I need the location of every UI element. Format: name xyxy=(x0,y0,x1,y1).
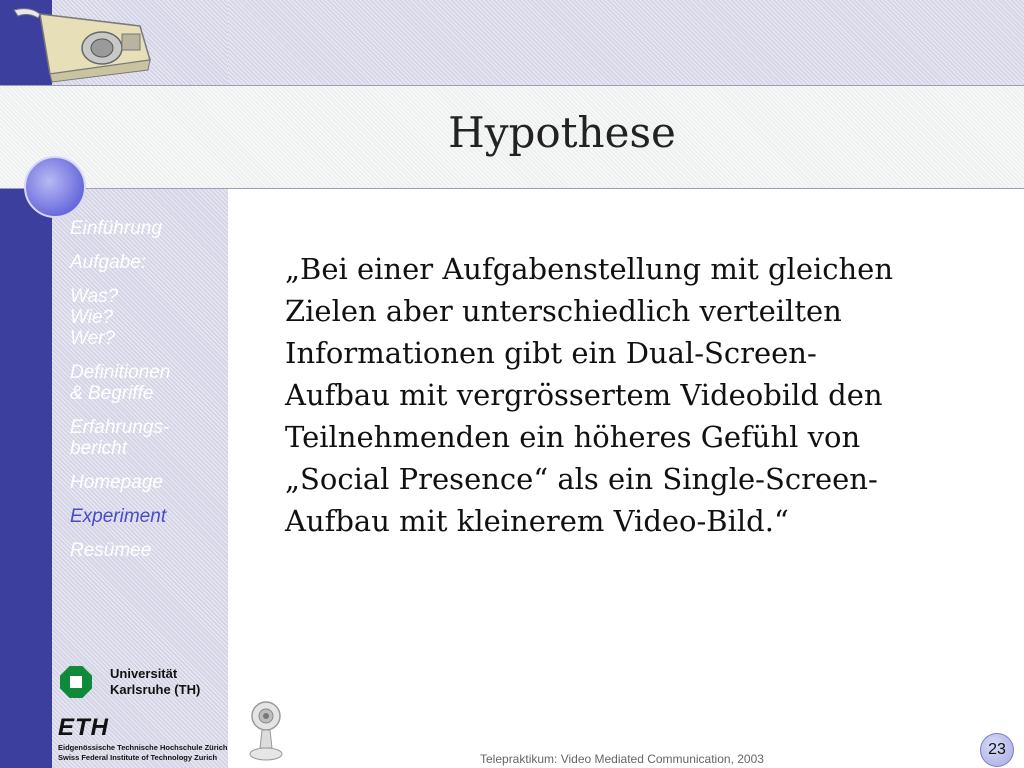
sidebar-item-einfuehrung[interactable]: Einführung xyxy=(70,218,220,239)
page-title: Hypothese xyxy=(448,108,676,157)
sidebar-item-erfahrungsbericht[interactable]: Erfahrungs- bericht xyxy=(70,417,220,459)
header-band xyxy=(228,0,1024,85)
eth-wordmark: ETH xyxy=(58,714,109,741)
university-name: Universität Karlsruhe (TH) xyxy=(110,666,201,697)
decorative-circle-icon xyxy=(24,156,86,218)
projector-icon xyxy=(13,8,151,83)
eth-logo: ETH Eidgenössische Technische Hochschule… xyxy=(58,714,228,768)
sidebar-nav: Einführung Aufgabe: Was? Wie? Wer? Defin… xyxy=(70,218,220,574)
sidebar-item-was-wie-wer[interactable]: Was? Wie? Wer? xyxy=(70,286,220,349)
hypothesis-text: „Bei einer Aufgabenstellung mit gleichen… xyxy=(285,252,894,538)
sidebar-item-aufgabe[interactable]: Aufgabe: xyxy=(70,252,220,273)
eth-name-german: Eidgenössische Technische Hochschule Zür… xyxy=(58,743,228,752)
sidebar-item-resuemee[interactable]: Resümee xyxy=(70,540,220,561)
page-number-badge: 23 xyxy=(980,733,1014,767)
university-karlsruhe-logo: Universität Karlsruhe (TH) xyxy=(58,664,226,704)
sidebar-item-experiment[interactable]: Experiment xyxy=(70,506,220,527)
webcam-icon xyxy=(249,701,283,761)
sidebar-item-definitionen[interactable]: Definitionen & Begriffe xyxy=(70,362,220,404)
sidebar-item-homepage[interactable]: Homepage xyxy=(70,472,220,493)
eth-name-english: Swiss Federal Institute of Technology Zu… xyxy=(58,753,218,762)
footer-text: Telepraktikum: Video Mediated Communicat… xyxy=(480,752,764,766)
university-emblem-icon xyxy=(60,666,92,698)
